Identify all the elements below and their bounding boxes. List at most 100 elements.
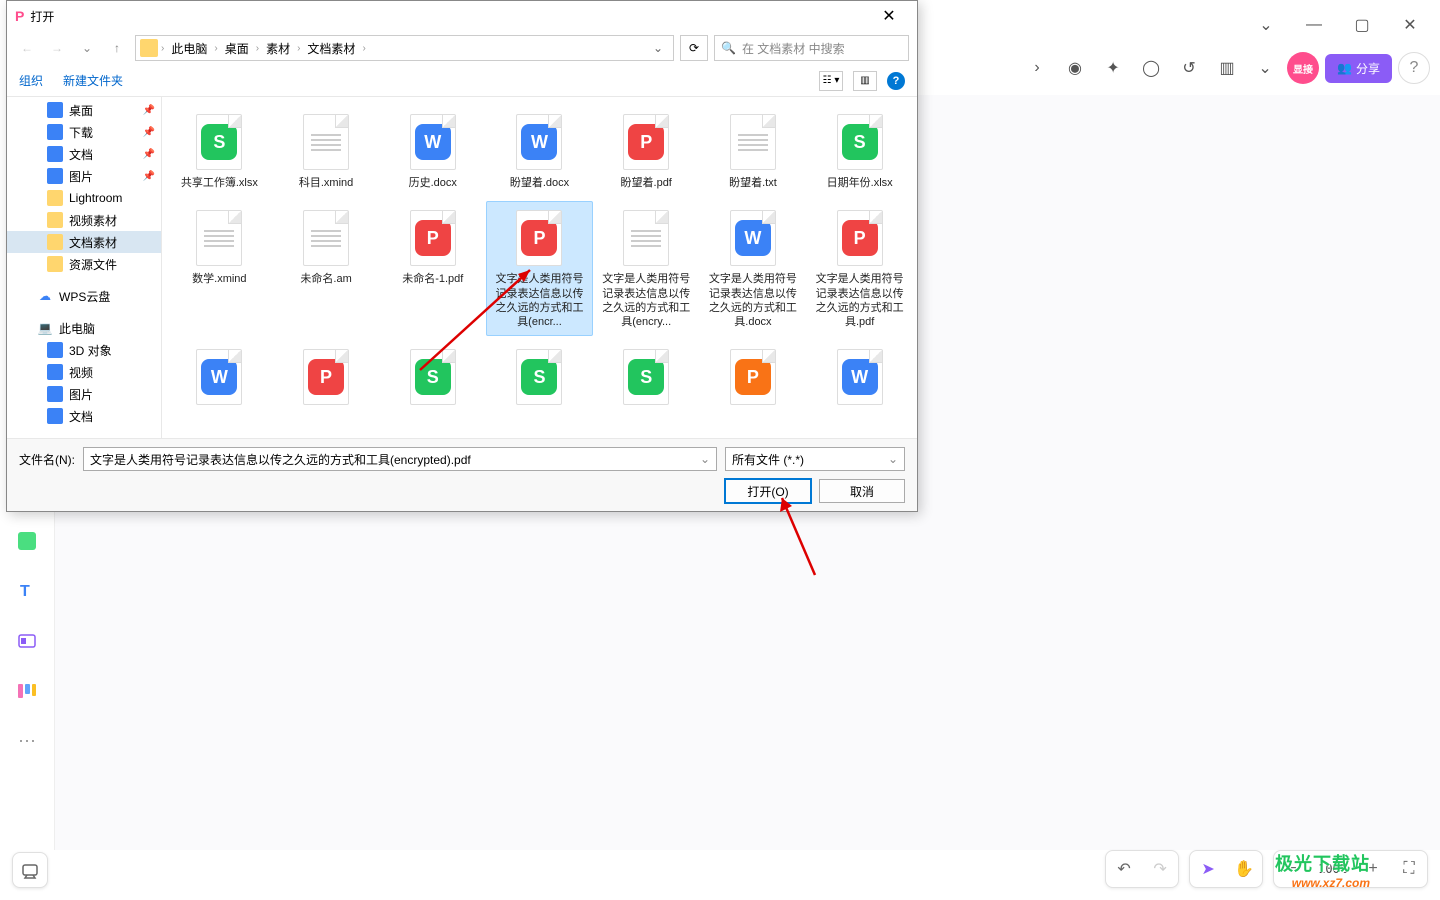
dialog-help-icon[interactable]: ? bbox=[887, 72, 905, 90]
bg-sparkle-icon[interactable]: ✦ bbox=[1097, 52, 1129, 84]
tree-item[interactable]: 文档📌 bbox=[7, 143, 161, 165]
file-item[interactable]: W 盼望着.docx bbox=[486, 105, 593, 197]
bg-close-icon[interactable]: ✕ bbox=[1390, 10, 1430, 40]
blue-icon bbox=[47, 168, 63, 184]
filename-input[interactable]: 文字是人类用符号记录表达信息以传之久远的方式和工具(encrypted).pdf… bbox=[83, 447, 717, 471]
nav-back-button[interactable]: ← bbox=[15, 36, 39, 60]
dropdown-icon[interactable]: ⌄ bbox=[700, 452, 710, 466]
bg-circle-icon[interactable]: ◯ bbox=[1135, 52, 1167, 84]
file-type-badge: W bbox=[201, 359, 237, 395]
file-type-badge: P bbox=[735, 359, 771, 395]
bg-tool-more-icon[interactable]: ⋯ bbox=[11, 725, 43, 757]
bg-tool-kanban-icon[interactable] bbox=[11, 675, 43, 707]
bg-minimize-icon[interactable]: — bbox=[1294, 10, 1334, 40]
bg-chevron-right-icon[interactable]: › bbox=[1021, 52, 1053, 84]
open-button[interactable]: 打开(O) bbox=[725, 479, 811, 503]
nav-up-button[interactable]: ↑ bbox=[105, 36, 129, 60]
file-filter-select[interactable]: 所有文件 (*.*) ⌄ bbox=[725, 447, 905, 471]
bg-more-icon[interactable]: ⌄ bbox=[1249, 52, 1281, 84]
breadcrumb-seg[interactable]: 此电脑 bbox=[167, 38, 211, 59]
file-name-label: 盼望着.txt bbox=[729, 176, 777, 190]
tree-item[interactable]: 文档素材 bbox=[7, 231, 161, 253]
search-input[interactable]: 🔍 在 文档素材 中搜索 bbox=[714, 35, 909, 61]
file-name-label: 文字是人类用符号记录表达信息以传之久远的方式和工具.docx bbox=[706, 272, 800, 329]
tree-item[interactable]: 视频素材 bbox=[7, 209, 161, 231]
bg-tool-card-icon[interactable] bbox=[11, 625, 43, 657]
bg-redo-icon[interactable]: ↷ bbox=[1142, 851, 1178, 887]
bg-play-circle-icon[interactable]: ◉ bbox=[1059, 52, 1091, 84]
file-name-label: 盼望着.docx bbox=[510, 176, 569, 190]
file-item[interactable]: P盼望着.pdf bbox=[593, 105, 700, 197]
file-type-badge: W bbox=[521, 124, 557, 160]
breadcrumb-dropdown-icon[interactable]: ⌄ bbox=[647, 41, 669, 55]
tree-item[interactable]: 文档 bbox=[7, 405, 161, 427]
file-item[interactable]: S日期年份.xlsx bbox=[806, 105, 913, 197]
bg-tool-table-icon[interactable] bbox=[11, 525, 43, 557]
file-item[interactable]: 科目.xmind bbox=[273, 105, 380, 197]
bg-share-button[interactable]: 👥分享 bbox=[1325, 54, 1392, 83]
file-name-label: 未命名.am bbox=[300, 272, 351, 286]
file-item[interactable]: W历史.docx bbox=[379, 105, 486, 197]
file-icon: W bbox=[513, 112, 565, 172]
file-icon: P bbox=[513, 208, 565, 268]
file-item[interactable]: S bbox=[593, 340, 700, 418]
file-item[interactable]: P bbox=[273, 340, 380, 418]
cancel-button[interactable]: 取消 bbox=[819, 479, 905, 503]
file-item[interactable]: S共享工作簿.xlsx bbox=[166, 105, 273, 197]
tree-item[interactable]: ☁WPS云盘 bbox=[7, 285, 161, 307]
dialog-nav: ← → ⌄ ↑ › 此电脑 › 桌面 › 素材 › 文档素材 › ⌄ ⟳ 🔍 在… bbox=[7, 31, 917, 65]
file-item[interactable]: P未命名-1.pdf bbox=[379, 201, 486, 336]
bg-undo-icon[interactable]: ↶ bbox=[1106, 851, 1142, 887]
file-item[interactable]: 盼望着.txt bbox=[700, 105, 807, 197]
dropdown-icon[interactable]: ⌄ bbox=[888, 452, 898, 466]
file-item[interactable]: W文字是人类用符号记录表达信息以传之久远的方式和工具.docx bbox=[700, 201, 807, 336]
bg-history-icon[interactable]: ↺ bbox=[1173, 52, 1205, 84]
view-mode-button[interactable]: ☷ ▾ bbox=[819, 71, 843, 91]
pin-icon: 📌 bbox=[143, 149, 155, 160]
tree-item[interactable]: 下载📌 bbox=[7, 121, 161, 143]
file-item[interactable]: W bbox=[166, 340, 273, 418]
tree-item[interactable]: 图片 bbox=[7, 383, 161, 405]
tree-item[interactable]: 3D 对象 bbox=[7, 339, 161, 361]
file-item[interactable]: S bbox=[486, 340, 593, 418]
app-logo-icon: P bbox=[15, 8, 24, 24]
breadcrumb-seg[interactable]: 文档素材 bbox=[303, 38, 359, 59]
preview-pane-button[interactable]: ▥ bbox=[853, 71, 877, 91]
file-item[interactable]: 未命名.am bbox=[273, 201, 380, 336]
breadcrumb-seg[interactable]: 素材 bbox=[262, 38, 294, 59]
file-item[interactable]: S bbox=[379, 340, 486, 418]
new-folder-button[interactable]: 新建文件夹 bbox=[63, 72, 123, 89]
nav-forward-button[interactable]: → bbox=[45, 36, 69, 60]
svg-text:T: T bbox=[20, 583, 30, 600]
tree-item[interactable]: Lightroom bbox=[7, 187, 161, 209]
file-item[interactable]: 数学.xmind bbox=[166, 201, 273, 336]
bg-tool-text-icon[interactable]: T bbox=[11, 575, 43, 607]
bg-fit-icon[interactable]: ⛶ bbox=[1391, 851, 1427, 887]
nav-refresh-button[interactable]: ⟳ bbox=[680, 35, 708, 61]
file-item[interactable]: W bbox=[806, 340, 913, 418]
tree-item[interactable]: 图片📌 bbox=[7, 165, 161, 187]
file-item[interactable]: P bbox=[700, 340, 807, 418]
bg-cursor-icon[interactable]: ➤ bbox=[1190, 851, 1226, 887]
file-item[interactable]: 文字是人类用符号记录表达信息以传之久远的方式和工具(encry... bbox=[593, 201, 700, 336]
dialog-close-button[interactable]: ✕ bbox=[869, 6, 909, 26]
bg-help-icon[interactable]: ? bbox=[1398, 52, 1430, 84]
tree-item[interactable]: 视频 bbox=[7, 361, 161, 383]
bg-layers-button[interactable] bbox=[12, 852, 48, 888]
breadcrumb-seg[interactable]: 桌面 bbox=[221, 38, 253, 59]
organize-menu[interactable]: 组织 bbox=[19, 72, 43, 89]
bg-chart-icon[interactable]: ▥ bbox=[1211, 52, 1243, 84]
file-icon: S bbox=[193, 112, 245, 172]
tree-item[interactable]: 桌面📌 bbox=[7, 99, 161, 121]
tree-item[interactable]: 资源文件 bbox=[7, 253, 161, 275]
breadcrumb[interactable]: › 此电脑 › 桌面 › 素材 › 文档素材 › ⌄ bbox=[135, 35, 674, 61]
search-icon: 🔍 bbox=[721, 41, 736, 55]
tree-item[interactable]: 💻此电脑 bbox=[7, 317, 161, 339]
bg-hand-icon[interactable]: ✋ bbox=[1226, 851, 1262, 887]
file-item[interactable]: P文字是人类用符号记录表达信息以传之久远的方式和工具.pdf bbox=[806, 201, 913, 336]
bg-badge[interactable]: 显接 bbox=[1287, 52, 1319, 84]
file-item[interactable]: P文字是人类用符号记录表达信息以传之久远的方式和工具(encr... bbox=[486, 201, 593, 336]
bg-maximize-icon[interactable]: ▢ bbox=[1342, 10, 1382, 40]
bg-chevron-down-icon[interactable]: ⌄ bbox=[1246, 10, 1286, 40]
nav-recent-dropdown[interactable]: ⌄ bbox=[75, 36, 99, 60]
